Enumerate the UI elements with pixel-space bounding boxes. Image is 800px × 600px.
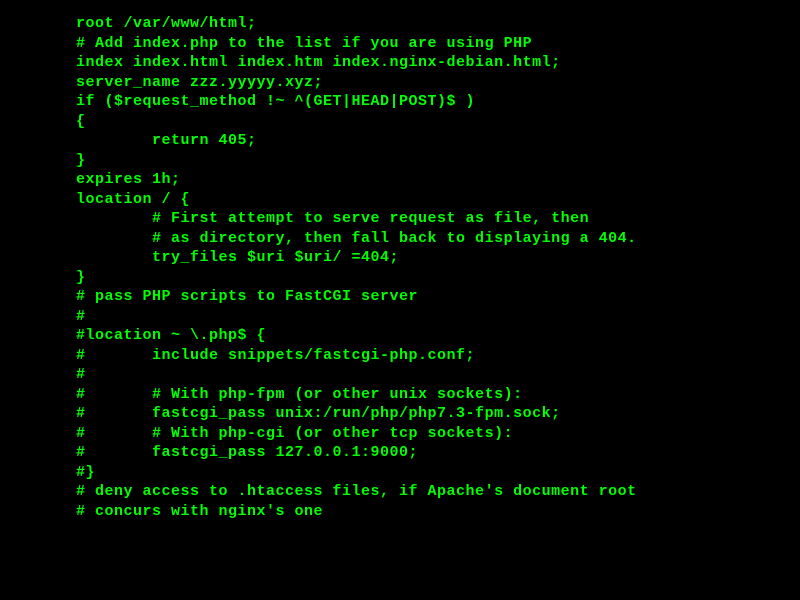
config-line: # deny access to .htaccess files, if Apa…	[76, 482, 800, 502]
config-line: expires 1h;	[76, 170, 800, 190]
config-line: # fastcgi_pass unix:/run/php/php7.3-fpm.…	[76, 404, 800, 424]
config-line: #}	[76, 463, 800, 483]
config-line: # concurs with nginx's one	[76, 502, 800, 522]
config-line: try_files $uri $uri/ =404;	[76, 248, 800, 268]
config-line: }	[76, 151, 800, 171]
config-line: #location ~ \.php$ {	[76, 326, 800, 346]
config-line: server_name zzz.yyyyy.xyz;	[76, 73, 800, 93]
config-line: {	[76, 112, 800, 132]
config-line: index index.html index.htm index.nginx-d…	[76, 53, 800, 73]
config-line: # include snippets/fastcgi-php.conf;	[76, 346, 800, 366]
config-line: #	[76, 307, 800, 327]
config-line: return 405;	[76, 131, 800, 151]
config-line: # # With php-cgi (or other tcp sockets):	[76, 424, 800, 444]
config-line: # fastcgi_pass 127.0.0.1:9000;	[76, 443, 800, 463]
config-line: # pass PHP scripts to FastCGI server	[76, 287, 800, 307]
config-line: }	[76, 268, 800, 288]
config-line: # First attempt to serve request as file…	[76, 209, 800, 229]
config-line: root /var/www/html;	[76, 14, 800, 34]
config-line: location / {	[76, 190, 800, 210]
config-line: # as directory, then fall back to displa…	[76, 229, 800, 249]
terminal-content: root /var/www/html; # Add index.php to t…	[76, 14, 800, 521]
config-line: if ($request_method !~ ^(GET|HEAD|POST)$…	[76, 92, 800, 112]
config-line: # # With php-fpm (or other unix sockets)…	[76, 385, 800, 405]
config-line: #	[76, 365, 800, 385]
config-line: # Add index.php to the list if you are u…	[76, 34, 800, 54]
